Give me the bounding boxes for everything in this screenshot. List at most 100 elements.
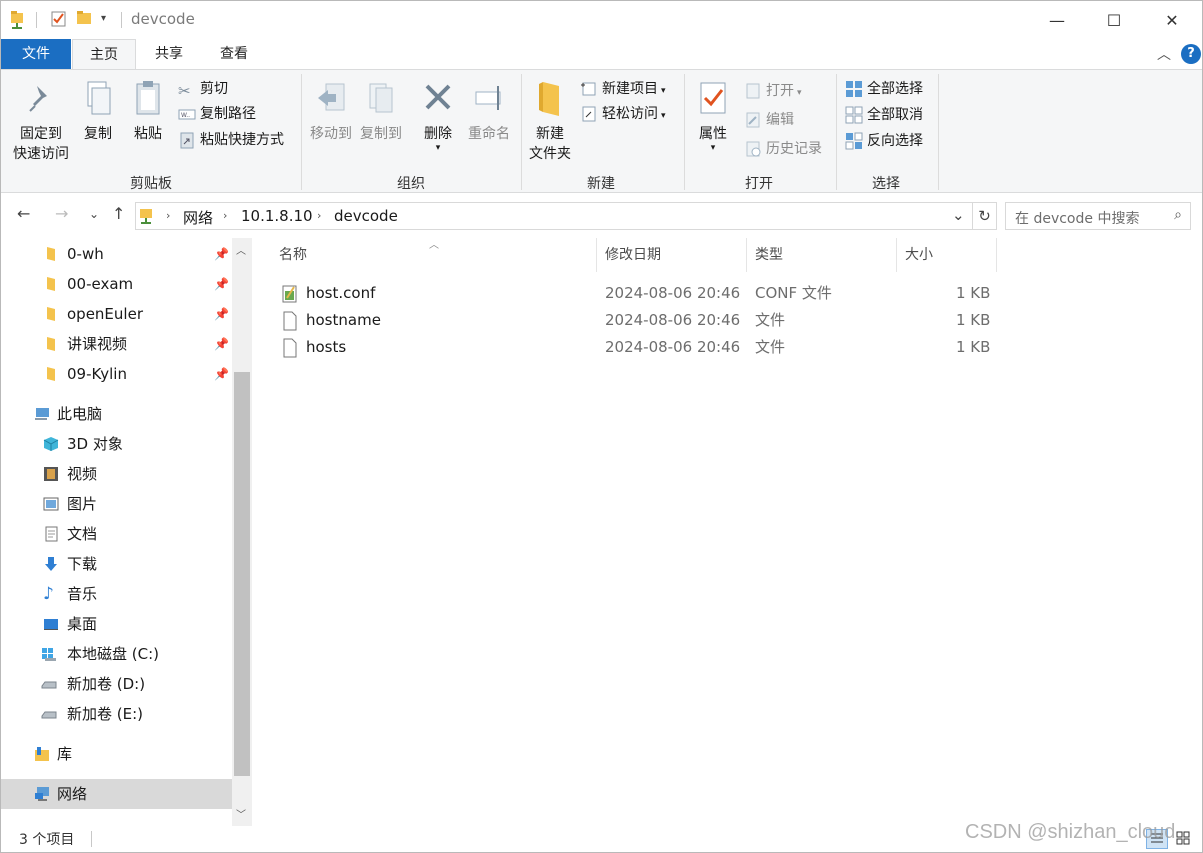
explorer-window: ▾ devcode — ☐ ✕ 文件 主页 共享 查看 ︿ ? 固定到 快速访问 bbox=[0, 0, 1203, 853]
file-type: CONF 文件 bbox=[755, 284, 832, 302]
tab-view[interactable]: 查看 bbox=[204, 39, 264, 69]
copy-path-button[interactable]: W.. 复制路径 bbox=[178, 103, 256, 125]
tab-home[interactable]: 主页 bbox=[72, 39, 136, 70]
nav-scrollbar[interactable]: ︿ ﹀ bbox=[232, 238, 252, 826]
refresh-icon[interactable]: ↻ bbox=[973, 202, 997, 230]
nav-item-drive-d[interactable]: 新加卷 (D:) bbox=[1, 669, 232, 699]
nav-item-label: 新加卷 (D:) bbox=[67, 675, 146, 693]
breadcrumb-separator-icon[interactable]: › bbox=[317, 209, 321, 222]
delete-dropdown-icon: ▾ bbox=[435, 143, 441, 153]
new-item-button[interactable]: 新建项目 ▾ bbox=[580, 78, 666, 100]
move-to-button[interactable]: 移动到 bbox=[305, 80, 357, 144]
large-icons-view-button[interactable] bbox=[1173, 829, 1195, 849]
address-bar[interactable]: › 网络 › 10.1.8.10 › devcode ⌄ bbox=[135, 202, 973, 230]
nav-item-0-wh[interactable]: 0-wh 📌 bbox=[1, 239, 232, 269]
paste-shortcut-button[interactable]: 粘贴快捷方式 bbox=[178, 129, 284, 151]
search-input[interactable]: 在 devcode 中搜索 ⌕ bbox=[1005, 202, 1191, 230]
minimize-button[interactable]: — bbox=[1028, 1, 1086, 39]
properties-check-icon[interactable] bbox=[50, 10, 68, 28]
file-date: 2024-08-06 20:46 bbox=[605, 338, 741, 356]
recent-locations-chevron-icon[interactable]: ⌄ bbox=[89, 207, 99, 221]
history-button[interactable]: 历史记录 bbox=[744, 138, 822, 160]
column-header-type[interactable]: 类型 bbox=[747, 238, 897, 272]
new-folder-quick-icon[interactable] bbox=[76, 10, 92, 26]
delete-button[interactable]: 删除 ▾ bbox=[417, 80, 459, 153]
new-folder-button[interactable]: 新建 文件夹 bbox=[525, 80, 575, 164]
file-row[interactable]: hostname 2024-08-06 20:46 文件 1 KB bbox=[277, 307, 997, 334]
nav-item-label: 库 bbox=[57, 745, 73, 763]
nav-item-label: 09-Kylin bbox=[67, 365, 127, 383]
pin-label-line1: 固定到 bbox=[20, 126, 62, 142]
invert-selection-button[interactable]: 反向选择 bbox=[845, 130, 923, 152]
group-separator bbox=[938, 74, 939, 190]
nav-scrollbar-thumb[interactable] bbox=[234, 372, 250, 776]
nav-item-videos[interactable]: 视频 bbox=[1, 459, 232, 489]
breadcrumb-network[interactable]: 网络 bbox=[183, 207, 213, 228]
computer-icon bbox=[35, 408, 49, 420]
maximize-button[interactable]: ☐ bbox=[1085, 1, 1143, 39]
scroll-up-chevron-icon[interactable]: ︿ bbox=[236, 242, 246, 257]
rename-button[interactable]: 重命名 bbox=[463, 80, 515, 144]
breadcrumb-separator-icon[interactable]: › bbox=[223, 209, 227, 222]
help-button[interactable]: ? bbox=[1181, 44, 1201, 64]
column-header-name[interactable]: 名称 bbox=[271, 238, 597, 272]
watermark: CSDN @shizhan_cloud bbox=[965, 821, 1176, 843]
cube-3d-icon bbox=[43, 437, 59, 451]
back-arrow-icon[interactable]: ← bbox=[17, 204, 30, 223]
nav-item-downloads[interactable]: 下载 bbox=[1, 549, 232, 579]
scissors-icon: ✂ bbox=[178, 82, 191, 100]
title-bar: ▾ devcode — ☐ ✕ bbox=[1, 1, 1202, 39]
breadcrumb-devcode[interactable]: devcode bbox=[334, 207, 398, 225]
window-title: devcode bbox=[131, 10, 195, 28]
nav-item-libraries[interactable]: 库 bbox=[1, 739, 232, 769]
forward-arrow-icon[interactable]: → bbox=[55, 204, 68, 223]
file-name: hostname bbox=[306, 311, 381, 329]
conf-file-icon bbox=[282, 285, 297, 303]
select-none-button[interactable]: 全部取消 bbox=[845, 104, 923, 126]
copy-button[interactable]: 复制 bbox=[77, 80, 119, 144]
file-row[interactable]: host.conf 2024-08-06 20:46 CONF 文件 1 KB bbox=[277, 280, 997, 307]
nav-item-lecture-videos[interactable]: 讲课视频 📌 bbox=[1, 329, 232, 359]
customize-qat-dropdown-icon[interactable]: ▾ bbox=[101, 13, 106, 24]
nav-item-label: 下载 bbox=[67, 555, 98, 573]
nav-item-network[interactable]: 网络 bbox=[1, 779, 232, 809]
breadcrumb-separator-icon[interactable]: › bbox=[166, 209, 170, 222]
cut-button[interactable]: ✂ 剪切 bbox=[178, 78, 228, 100]
easy-access-button[interactable]: 轻松访问 ▾ bbox=[580, 103, 666, 125]
tab-file[interactable]: 文件 bbox=[1, 39, 71, 69]
copy-to-button[interactable]: 复制到 bbox=[355, 80, 407, 144]
collapse-ribbon-chevron-icon[interactable]: ︿ bbox=[1157, 44, 1171, 64]
nav-item-desktop[interactable]: 桌面 bbox=[1, 609, 232, 639]
nav-item-label: 网络 bbox=[57, 785, 88, 803]
breadcrumb-host[interactable]: 10.1.8.10 bbox=[241, 207, 313, 225]
nav-item-label: 新加卷 (E:) bbox=[67, 705, 144, 723]
properties-button[interactable]: 属性 ▾ bbox=[691, 80, 735, 153]
nav-item-documents[interactable]: 文档 bbox=[1, 519, 232, 549]
nav-item-pictures[interactable]: 图片 bbox=[1, 489, 232, 519]
file-row[interactable]: hosts 2024-08-06 20:46 文件 1 KB bbox=[277, 334, 997, 361]
nav-item-music[interactable]: ♪ 音乐 bbox=[1, 579, 232, 609]
address-history-chevron-icon[interactable]: ⌄ bbox=[952, 206, 965, 224]
edit-button[interactable]: 编辑 bbox=[744, 109, 794, 131]
open-button[interactable]: 打开 ▾ bbox=[744, 80, 802, 102]
paste-button[interactable]: 粘贴 bbox=[125, 80, 171, 144]
up-arrow-icon[interactable]: ↑ bbox=[112, 204, 125, 223]
nav-item-drive-e[interactable]: 新加卷 (E:) bbox=[1, 699, 232, 729]
nav-item-3d-objects[interactable]: 3D 对象 bbox=[1, 429, 232, 459]
column-header-size[interactable]: 大小 bbox=[897, 238, 997, 272]
nav-item-09-kylin[interactable]: 09-Kylin 📌 bbox=[1, 359, 232, 389]
network-folder-icon[interactable] bbox=[9, 10, 27, 30]
new-item-label: 新建项目 bbox=[602, 81, 658, 97]
nav-item-this-pc[interactable]: 此电脑 bbox=[1, 399, 232, 429]
navigation-pane: 0-wh 📌 00-exam 📌 openEuler 📌 讲课视频 📌 09-K… bbox=[1, 238, 253, 826]
nav-item-00-exam[interactable]: 00-exam 📌 bbox=[1, 269, 232, 299]
tab-share[interactable]: 共享 bbox=[139, 39, 199, 69]
item-count: 3 个项目 bbox=[19, 832, 75, 848]
select-all-button[interactable]: 全部选择 bbox=[845, 78, 923, 100]
nav-item-drive-c[interactable]: 本地磁盘 (C:) bbox=[1, 639, 232, 669]
pin-to-quick-access-button[interactable]: 固定到 快速访问 bbox=[7, 80, 75, 164]
scroll-down-chevron-icon[interactable]: ﹀ bbox=[236, 806, 246, 821]
column-header-date[interactable]: 修改日期 bbox=[597, 238, 747, 272]
close-button[interactable]: ✕ bbox=[1143, 1, 1201, 39]
nav-item-openeuler[interactable]: openEuler 📌 bbox=[1, 299, 232, 329]
